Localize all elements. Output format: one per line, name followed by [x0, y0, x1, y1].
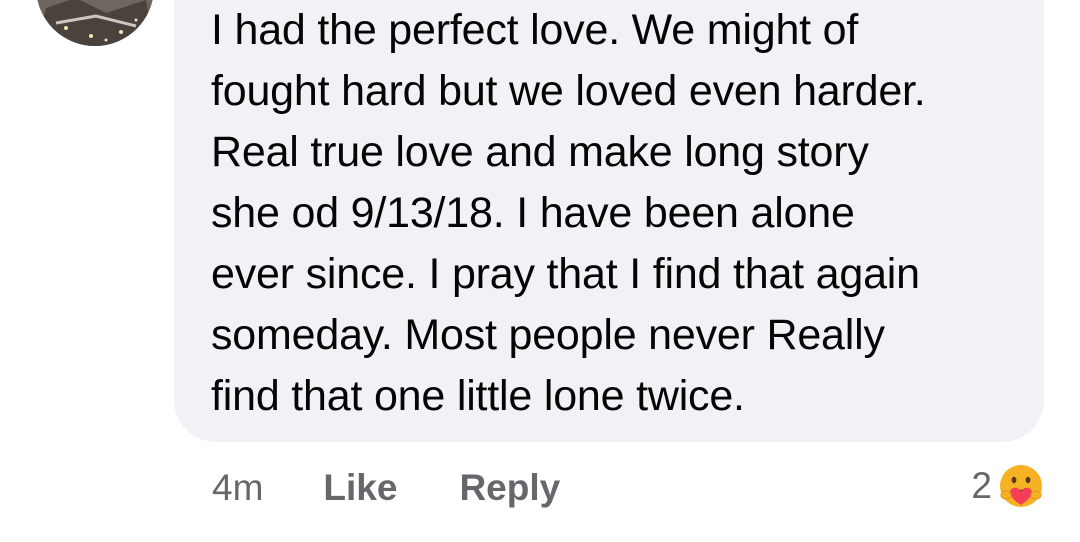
reaction-summary[interactable]: 2: [971, 456, 1046, 516]
comment-screen: I had the perfect love. We might of foug…: [0, 0, 1080, 542]
reply-button[interactable]: Reply: [459, 467, 560, 509]
comment-text: I had the perfect love. We might of foug…: [211, 6, 926, 420]
care-reaction-icon: [997, 462, 1045, 510]
reaction-count: 2: [971, 465, 992, 506]
avatar[interactable]: [36, 0, 154, 46]
avatar-image-icon: [36, 0, 154, 46]
comment-timestamp[interactable]: 4m: [212, 467, 263, 509]
like-button[interactable]: Like: [323, 467, 397, 509]
comment-actions: 4m Like Reply: [212, 462, 560, 514]
